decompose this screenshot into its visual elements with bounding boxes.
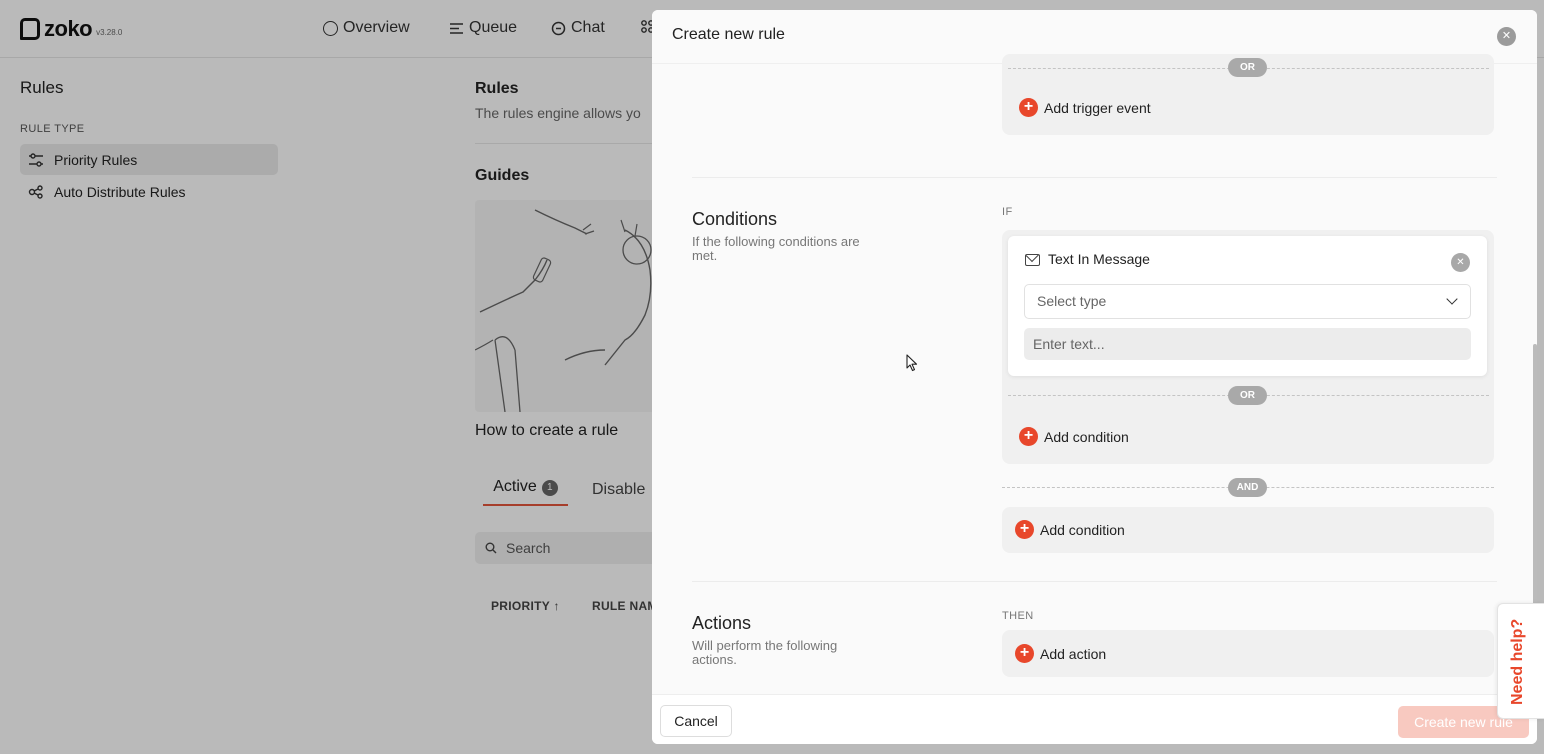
add-condition-or-button[interactable]: + Add condition bbox=[1019, 427, 1129, 446]
plus-icon: + bbox=[1015, 644, 1034, 663]
add-trigger-event-button[interactable]: + Add trigger event bbox=[1019, 98, 1151, 117]
chevron-down-icon bbox=[1446, 293, 1458, 305]
actions-title: Actions bbox=[692, 613, 752, 633]
or-pill: OR bbox=[1228, 58, 1267, 77]
select-type-dropdown[interactable]: Select type bbox=[1024, 284, 1471, 319]
then-keyword: THEN bbox=[1002, 610, 1034, 622]
add-action-label: Add action bbox=[1040, 645, 1107, 662]
add-condition-label: Add condition bbox=[1044, 428, 1129, 445]
modal-body[interactable]: OR + Add trigger event Conditions If the… bbox=[652, 54, 1537, 694]
actions-description: Will perform the following actions. bbox=[692, 638, 838, 667]
need-help-label[interactable]: Need help? bbox=[1509, 619, 1527, 705]
create-rule-modal: Create new rule ✕ OR + Add trigger event… bbox=[652, 10, 1537, 744]
conditions-title: Conditions bbox=[692, 209, 778, 229]
add-trigger-event-label: Add trigger event bbox=[1044, 99, 1151, 116]
close-icon[interactable]: ✕ bbox=[1497, 27, 1516, 46]
select-type-placeholder: Select type bbox=[1037, 293, 1107, 309]
modal-title: Create new rule bbox=[672, 26, 785, 43]
add-condition-label: Add condition bbox=[1040, 521, 1125, 538]
section-divider bbox=[692, 581, 1497, 582]
or-pill: OR bbox=[1228, 386, 1267, 405]
mail-icon bbox=[1025, 254, 1040, 266]
add-condition-and-button[interactable]: + Add condition bbox=[1015, 520, 1125, 539]
section-divider bbox=[692, 177, 1497, 178]
conditions-description: If the following conditions are met. bbox=[692, 234, 860, 263]
condition-text-input[interactable] bbox=[1024, 328, 1471, 360]
condition-title: Text In Message bbox=[1048, 251, 1150, 267]
plus-icon: + bbox=[1015, 520, 1034, 539]
cancel-button[interactable]: Cancel bbox=[660, 705, 732, 737]
plus-icon: + bbox=[1019, 427, 1038, 446]
condition-card: Text In Message ✕ Select type bbox=[1008, 236, 1487, 376]
plus-icon: + bbox=[1019, 98, 1038, 117]
and-pill: AND bbox=[1228, 478, 1267, 497]
if-keyword: IF bbox=[1002, 206, 1013, 218]
mouse-cursor-icon bbox=[906, 354, 918, 372]
modal-footer: Cancel Create new rule bbox=[652, 694, 1537, 744]
remove-condition-icon[interactable]: ✕ bbox=[1451, 253, 1470, 272]
add-action-button[interactable]: + Add action bbox=[1015, 644, 1106, 663]
